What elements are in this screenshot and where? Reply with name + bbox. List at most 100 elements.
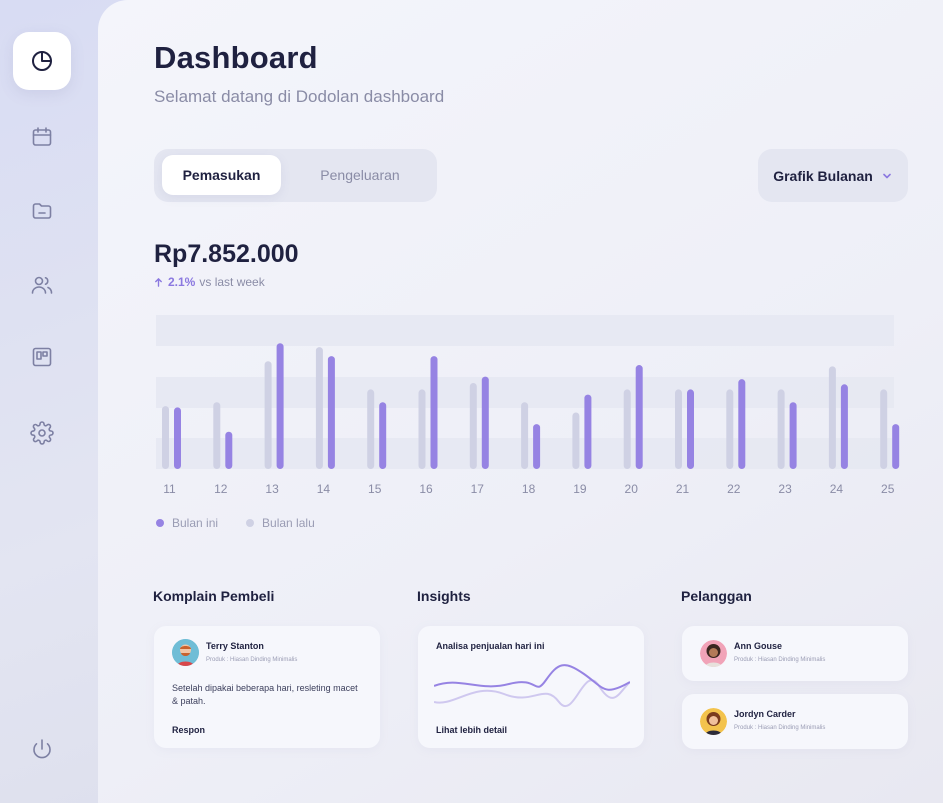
calendar-icon [32,127,52,146]
customer-card[interactable]: Ann Gouse Produk : Hiasan Dinding Minima… [682,626,908,681]
bar-previous-11[interactable] [162,406,169,469]
insights-heading: Analisa penjualan hari ini [436,641,545,651]
bar-current-18[interactable] [533,424,541,469]
bar-current-11[interactable] [174,407,181,469]
chart-band [156,315,894,346]
sidebar-item-users[interactable] [13,256,71,314]
tab-pengeluaran[interactable]: Pengeluaran [291,155,429,195]
trend-percent: 2.1% [168,275,196,289]
legend-item-previous: Bulan lalu [246,516,315,530]
insights-card[interactable]: Analisa penjualan hari ini Lihat lebih d… [418,626,644,748]
legend-swatch-current [156,519,164,527]
users-icon [31,276,53,294]
income-bar-chart: 11 12 13 14 15 16 17 18 19 20 21 22 23 24 25 [156,315,900,496]
complaint-card[interactable]: Terry Stanton Produk : Hiasan Dinding Mi… [154,626,380,748]
bar-previous-14[interactable] [315,347,323,469]
bar-current-25[interactable] [892,424,900,469]
legend-label-current: Bulan ini [172,516,219,530]
x-tick-label: 19 [573,482,587,496]
period-dropdown-label: Grafik Bulanan [773,167,873,184]
x-tick-label: 22 [727,482,741,496]
total-amount: Rp7.852.000 [154,240,299,268]
sidebar-item-board[interactable] [13,328,71,386]
avatar [172,639,199,666]
bar-previous-17[interactable] [469,383,477,469]
complaint-customer-name: Terry Stanton [206,641,264,651]
arrow-up-icon [155,277,162,287]
complaints-title: Komplain Pembeli [153,588,275,604]
bar-current-19[interactable] [584,394,592,469]
bar-previous-24[interactable] [828,366,836,469]
bar-previous-25[interactable] [880,389,888,469]
x-tick-label: 16 [419,482,433,496]
bar-current-23[interactable] [789,402,797,469]
insights-detail-link[interactable]: Lihat lebih detail [436,725,507,735]
bar-previous-23[interactable] [777,389,785,469]
tab-pemasukan[interactable]: Pemasukan [162,155,281,195]
x-tick-label: 23 [778,482,792,496]
logout-button[interactable] [13,720,71,778]
x-tick-label: 25 [881,482,895,496]
customer-name: Jordyn Carder [734,709,796,719]
page-subtitle: Selamat datang di Dodolan dashboard [154,87,445,106]
legend-item-current: Bulan ini [156,516,218,530]
gear-icon [30,421,54,445]
bar-current-16[interactable] [430,356,438,469]
legend-swatch-previous [246,519,255,527]
avatar-jordyn-image [700,708,727,735]
folder-icon [32,203,52,219]
respond-link[interactable]: Respon [172,725,205,735]
bar-current-13[interactable] [276,343,284,469]
x-tick-label: 18 [522,482,536,496]
app-window: Dashboard Selamat datang di Dodolan dash… [0,0,943,803]
x-tick-label: 15 [368,482,382,496]
chevron-down-icon [882,173,891,178]
sidebar-item-calendar[interactable] [13,108,71,166]
legend-label-previous: Bulan lalu [262,516,315,530]
main-panel: Dashboard Selamat datang di Dodolan dash… [98,0,943,803]
bar-previous-16[interactable] [418,389,426,469]
sidebar-item-dashboard[interactable] [13,32,71,90]
customer-product: Produk : Hiasan Dinding Minimalis [734,657,826,663]
income-expense-toggle: Pemasukan Pengeluaran [154,149,437,202]
customers-title: Pelanggan [681,588,752,604]
x-tick-label: 12 [214,482,228,496]
x-tick-label: 14 [317,482,331,496]
bar-current-17[interactable] [481,376,489,469]
x-tick-label: 17 [471,482,485,496]
sidebar-item-settings[interactable] [13,404,71,462]
bar-current-24[interactable] [840,384,848,469]
period-dropdown[interactable]: Grafik Bulanan [758,149,908,202]
x-tick-label: 13 [265,482,279,496]
x-tick-label: 11 [163,482,176,496]
customer-card[interactable]: Jordyn Carder Produk : Hiasan Dinding Mi… [682,694,908,749]
bar-previous-18[interactable] [521,402,529,469]
pie-chart-icon [32,51,52,71]
bar-previous-20[interactable] [623,389,631,469]
insights-title: Insights [417,588,471,604]
bar-current-14[interactable] [327,356,335,469]
bar-previous-19[interactable] [572,412,580,469]
bar-previous-12[interactable] [213,402,221,469]
bar-current-12[interactable] [225,431,233,469]
sidebar-item-files[interactable] [13,182,71,240]
insights-sparkline [434,664,630,707]
avatar-ann-image [700,640,727,667]
chart-legend: Bulan ini Bulan lalu [156,516,315,530]
customer-name: Ann Gouse [734,641,783,651]
avatar [700,640,727,667]
x-tick-label: 24 [830,482,844,496]
page-title: Dashboard [154,40,318,75]
bar-previous-21[interactable] [675,389,682,469]
customer-product: Produk : Hiasan Dinding Minimalis [734,725,826,731]
bar-current-15[interactable] [379,402,387,469]
bar-previous-15[interactable] [367,389,375,469]
bar-previous-22[interactable] [726,389,734,469]
bar-current-20[interactable] [635,365,643,469]
bar-current-22[interactable] [738,379,746,469]
bar-current-21[interactable] [687,389,694,469]
bar-previous-13[interactable] [264,361,272,469]
complaint-message: Setelah dipakai beberapa hari, resleting… [172,683,358,706]
trend-text: vs last week [199,275,265,289]
complaint-product: Produk : Hiasan Dinding Minimalis [206,657,298,663]
